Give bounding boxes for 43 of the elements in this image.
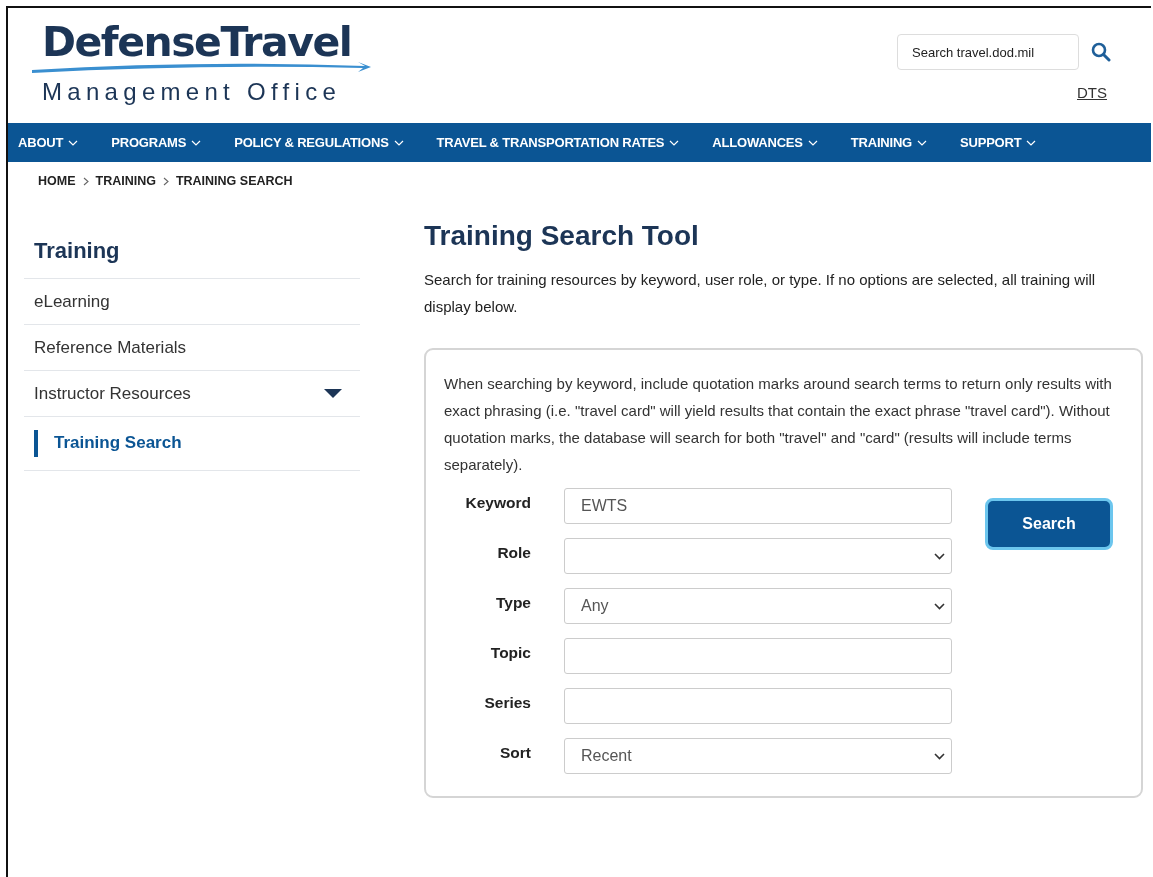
nav-menu-item[interactable]: ALLOWANCES (712, 135, 818, 150)
input-field[interactable] (564, 638, 952, 674)
field-label: Type (494, 593, 531, 612)
nav-menu-item[interactable]: PROGRAMS (111, 135, 202, 150)
breadcrumb-link[interactable]: TRAINING (95, 174, 156, 188)
nav-menu-item[interactable]: TRAINING (850, 135, 927, 150)
search-icon[interactable] (1091, 42, 1111, 62)
breadcrumb-link[interactable]: HOME (38, 174, 76, 188)
chevron-icon (162, 176, 169, 186)
nav-menu-item[interactable]: ABOUT (18, 135, 79, 150)
sidebar-item[interactable]: Reference Materials (24, 324, 360, 370)
sidebar-item[interactable]: Instructor Resources (24, 370, 360, 416)
note-text: When searching by keyword, include quotation marks around search terms to return only results with exact phrasing (i.e. "travel card" will yield results that contain the exact phrase "travel card"). Without quotation marks, the database will search for both "travel" and "card" (results will include terms separately). (444, 374, 1113, 475)
field-label: Topic (489, 643, 531, 662)
logo-title: DefenseTravel (41, 20, 353, 64)
input-field[interactable]: EWTS (564, 488, 952, 524)
dropdown-field[interactable]: Any (564, 588, 952, 624)
dropdown-field[interactable]: Recent (564, 738, 952, 774)
field-label: Keyword (464, 493, 531, 512)
field-label: Series (483, 693, 531, 712)
chevron-icon (82, 176, 89, 186)
swoosh-icon (30, 60, 372, 76)
sidebar-title: Training (34, 238, 121, 264)
field-label: Role (496, 543, 531, 562)
input-field[interactable] (564, 688, 952, 724)
page-title: Training Search Tool (424, 220, 700, 252)
search-button[interactable]: Search (985, 498, 1113, 550)
nav-menu-item[interactable]: SUPPORT (960, 135, 1037, 150)
nav-menu-item[interactable]: TRAVEL & TRANSPORTATION RATES (436, 135, 680, 150)
sidebar-item[interactable]: Training Search (24, 416, 360, 471)
chevron-icon[interactable] (934, 552, 945, 560)
breadcrumb-link[interactable]: TRAINING SEARCH (175, 174, 293, 188)
dropdown-field[interactable] (564, 538, 952, 574)
chevron-icon[interactable] (934, 752, 945, 760)
intro-text: Search for training resources by keyword, user role, or type. If no options are selected, all training will display below. (424, 270, 1097, 317)
chevron-icon[interactable] (934, 602, 945, 610)
nav-menu-item[interactable]: POLICY & REGULATIONS (234, 135, 404, 150)
search-field[interactable]: Search travel.dod.mil (897, 34, 1079, 70)
dts-link[interactable]: DTS (1077, 84, 1107, 101)
logo-subtitle: Management Office (41, 78, 343, 106)
caret-icon[interactable] (324, 389, 342, 398)
field-label: Sort (499, 743, 531, 762)
sidebar-item[interactable]: eLearning (24, 278, 360, 324)
